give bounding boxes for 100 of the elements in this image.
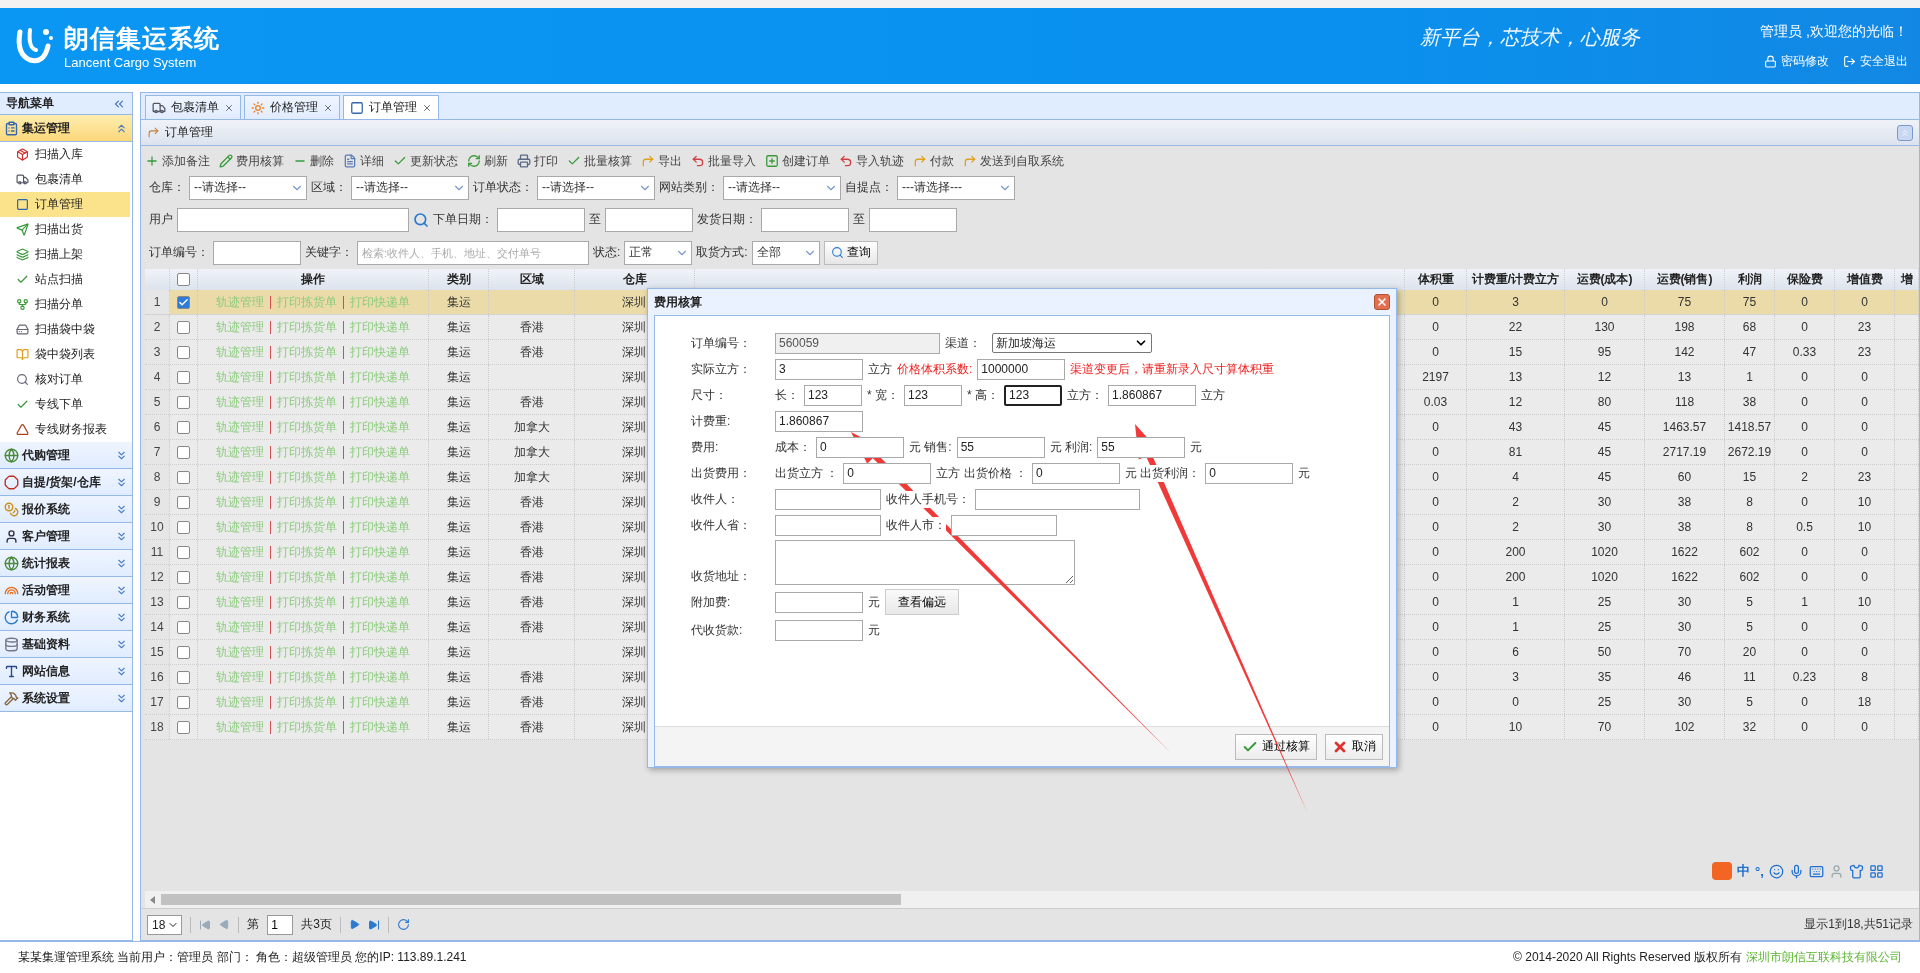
table-cell: 1020	[1591, 570, 1618, 584]
table-cell: 深圳	[622, 568, 646, 586]
row-number: 3	[153, 345, 161, 359]
table-cell: 0	[1432, 445, 1439, 459]
row-number: 7	[153, 445, 161, 459]
table-cell: 0	[1432, 345, 1439, 359]
app-title: 朗信集运系统	[64, 23, 220, 54]
table-cell: 深圳	[622, 468, 646, 486]
table-cell: 香港	[519, 618, 544, 636]
table-cell: 香港	[519, 718, 544, 736]
table-cell: 0	[1861, 420, 1868, 434]
table-cell: 38	[1742, 395, 1757, 409]
table-cell: 集运	[446, 418, 471, 436]
table-cell: 8	[1746, 520, 1753, 534]
column-header: 仓库	[622, 271, 647, 288]
table-cell: 60	[1677, 470, 1692, 484]
dialog-title: 费用核算	[654, 293, 702, 311]
table-cell: 2672.19	[1727, 445, 1772, 459]
table-cell: 25	[1597, 620, 1612, 634]
table-cell: 集运	[446, 643, 471, 661]
table-cell: 200	[1505, 570, 1526, 584]
table-cell: 0	[1801, 720, 1808, 734]
table-cell: 0	[1432, 470, 1439, 484]
field-label: 仓库：	[149, 179, 185, 196]
table-cell: 1622	[1671, 545, 1698, 559]
table-cell: 5	[1746, 595, 1753, 609]
field-label: 元	[1190, 438, 1203, 456]
table-cell: 45	[1597, 445, 1612, 459]
table-cell: 0.33	[1792, 345, 1817, 359]
table-cell: 0	[1432, 520, 1439, 534]
field-label: 元	[1298, 464, 1311, 482]
table-cell: 深圳	[622, 543, 646, 561]
table-cell: 0	[1861, 395, 1868, 409]
row-number: 4	[153, 370, 161, 384]
table-cell: 深圳	[622, 393, 646, 411]
table-cell: 0	[1432, 595, 1439, 609]
table-cell: 30	[1597, 520, 1612, 534]
table-cell: 22	[1508, 320, 1523, 334]
table-cell: 香港	[519, 493, 544, 511]
table-cell: 12	[1597, 370, 1612, 384]
table-cell: 38	[1677, 495, 1692, 509]
field-label: 订单状态：	[473, 179, 533, 196]
table-cell: 35	[1597, 670, 1612, 684]
table-cell: 0	[1801, 445, 1808, 459]
table-cell: 0	[1432, 620, 1439, 634]
field-label: 关键字：	[305, 244, 353, 261]
table-cell: 集运	[446, 318, 471, 336]
table-cell: 香港	[519, 543, 544, 561]
table-cell: 深圳	[622, 343, 646, 361]
row-number: 9	[153, 495, 161, 509]
table-cell: 200	[1505, 545, 1526, 559]
table-cell: 2	[1801, 470, 1808, 484]
table-cell: 80	[1597, 395, 1612, 409]
field-label: 发货日期：	[697, 211, 757, 228]
field-label: 至	[589, 211, 601, 228]
table-cell: 0	[1861, 545, 1868, 559]
column-header: 类别	[446, 271, 471, 288]
table-cell: 118	[1674, 395, 1695, 409]
row-number: 2	[153, 320, 161, 334]
table-cell: 25	[1597, 595, 1612, 609]
row-number: 12	[150, 570, 164, 584]
field-label: 状态:	[593, 244, 621, 261]
row-number: 18	[150, 720, 164, 734]
table-cell: 0	[1432, 420, 1439, 434]
column-header: 增	[1901, 271, 1913, 288]
field-label: 收件人市：	[886, 516, 946, 534]
table-cell: 602	[1739, 570, 1760, 584]
copyright-text: © 2014-2020 All Rights Reserved 版权所有	[1513, 949, 1742, 966]
table-cell: 0.23	[1792, 670, 1817, 684]
table-cell: 30	[1677, 595, 1692, 609]
table-cell: 香港	[519, 668, 544, 686]
table-cell: 1418.57	[1727, 420, 1772, 434]
table-cell: 70	[1677, 645, 1692, 659]
table-cell: 集运	[446, 693, 471, 711]
column-header: 计费重/计费立方	[1471, 271, 1560, 288]
table-cell: 12	[1508, 395, 1523, 409]
table-cell: 集运	[446, 668, 471, 686]
field-label: 尺寸：	[691, 386, 728, 404]
table-cell: 0	[1801, 395, 1808, 409]
table-cell: 深圳	[622, 418, 646, 436]
table-cell: 3	[1512, 295, 1519, 309]
table-cell: 集运	[446, 543, 471, 561]
table-cell: 0	[1801, 570, 1808, 584]
column-header: 增值费	[1846, 271, 1883, 288]
warning-text: 价格体积系数:	[897, 360, 973, 378]
table-cell: 集运	[446, 518, 471, 536]
table-cell: 75	[1677, 295, 1692, 309]
row-number: 17	[150, 695, 164, 709]
table-cell: 30	[1677, 695, 1692, 709]
table-cell: 0	[1601, 295, 1608, 309]
table-cell: 142	[1674, 345, 1695, 359]
table-cell: 23	[1857, 345, 1872, 359]
table-cell: 香港	[519, 593, 544, 611]
table-cell: 0	[1432, 545, 1439, 559]
table-cell: 602	[1739, 545, 1760, 559]
table-cell: 30	[1677, 620, 1692, 634]
field-label: 收货地址：	[691, 568, 752, 585]
column-header: 运费(成本)	[1576, 271, 1633, 288]
table-cell: 15	[1742, 470, 1757, 484]
table-cell: 香港	[519, 343, 544, 361]
